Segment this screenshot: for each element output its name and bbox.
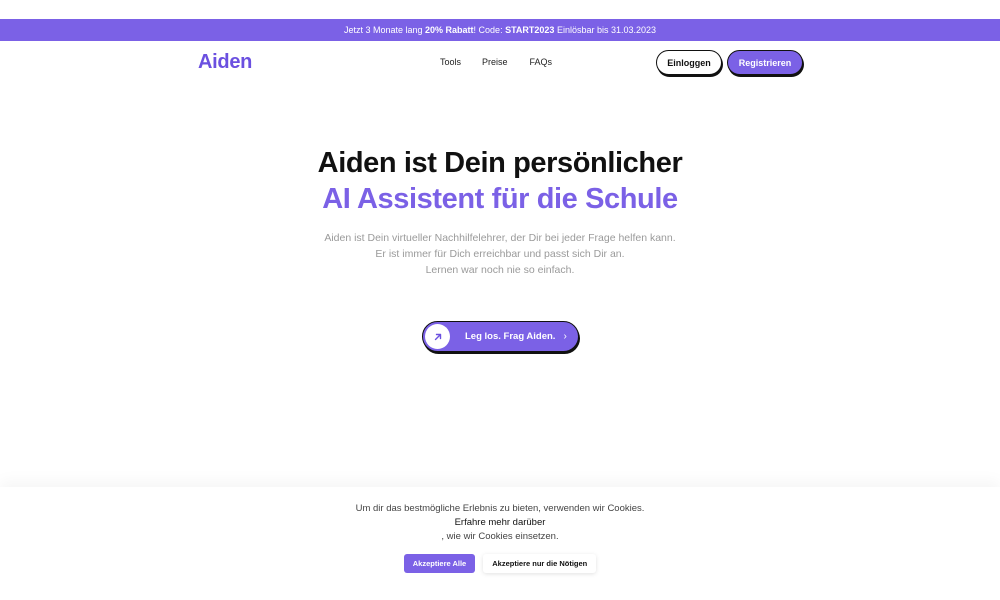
nav-item-preise[interactable]: Preise bbox=[482, 57, 508, 67]
promo-code: START2023 bbox=[505, 25, 555, 35]
accept-all-cookies-button[interactable]: Akzeptiere Alle bbox=[403, 554, 476, 573]
logo[interactable]: Aiden bbox=[198, 51, 252, 74]
main-nav: Tools Preise FAQs bbox=[440, 57, 552, 67]
cookie-banner: Um dir das bestmögliche Erlebnis zu biet… bbox=[0, 487, 1000, 600]
cookie-learn-more-link[interactable]: Erfahre mehr darüber bbox=[455, 517, 546, 528]
cta-button[interactable]: Leg los. Frag Aiden. › bbox=[422, 321, 579, 352]
promo-suffix: Einlösbar bis 31.03.2023 bbox=[554, 25, 657, 35]
login-button[interactable]: Einloggen bbox=[656, 50, 722, 75]
promo-prefix: Jetzt 3 Monate lang bbox=[343, 25, 426, 35]
nav-item-faqs[interactable]: FAQs bbox=[530, 57, 553, 67]
cta-label: Leg los. Frag Aiden. bbox=[465, 331, 556, 342]
cookie-line2-rest: , wie wir Cookies einsetzen. bbox=[441, 531, 559, 542]
promo-banner: Jetzt 3 Monate lang 20% Rabatt! Code: ST… bbox=[0, 19, 1000, 41]
hero-subtitle-line: Er ist immer für Dich erreichbar und pas… bbox=[375, 248, 625, 260]
nav-item-tools[interactable]: Tools bbox=[440, 57, 461, 67]
hero-title-line2: AI Assistent für die Schule bbox=[322, 183, 678, 215]
cookie-line2: Erfahre mehr darüber , wie wir Cookies ei… bbox=[0, 516, 1000, 544]
cookie-line1: Um dir das bestmögliche Erlebnis zu biet… bbox=[355, 503, 645, 514]
chevron-right-icon: › bbox=[563, 331, 567, 342]
promo-discount: 20% Rabatt bbox=[425, 25, 474, 35]
cookie-buttons: Akzeptiere Alle Akzeptiere nur die Nötig… bbox=[0, 554, 1000, 573]
promo-middle: ! Code: bbox=[473, 25, 506, 35]
hero-subtitle: Aiden ist Dein virtueller Nachhilfelehre… bbox=[0, 230, 1000, 278]
hero-title-line1: Aiden ist Dein persönlicher bbox=[317, 147, 683, 179]
hero-subtitle-line: Aiden ist Dein virtueller Nachhilfelehre… bbox=[324, 232, 676, 244]
hero-title: Aiden ist Dein persönlicher AI Assistent… bbox=[0, 145, 1000, 217]
accept-necessary-cookies-button[interactable]: Akzeptiere nur die Nötigen bbox=[483, 554, 597, 573]
register-button[interactable]: Registrieren bbox=[727, 50, 803, 75]
site-header: Aiden Tools Preise FAQs Einloggen Regist… bbox=[0, 41, 1000, 83]
hero-subtitle-line: Lernen war noch nie so einfach. bbox=[425, 264, 575, 276]
arrow-up-right-icon bbox=[425, 324, 450, 349]
cookie-text: Um dir das bestmögliche Erlebnis zu biet… bbox=[0, 502, 1000, 544]
top-strip bbox=[0, 0, 1000, 19]
